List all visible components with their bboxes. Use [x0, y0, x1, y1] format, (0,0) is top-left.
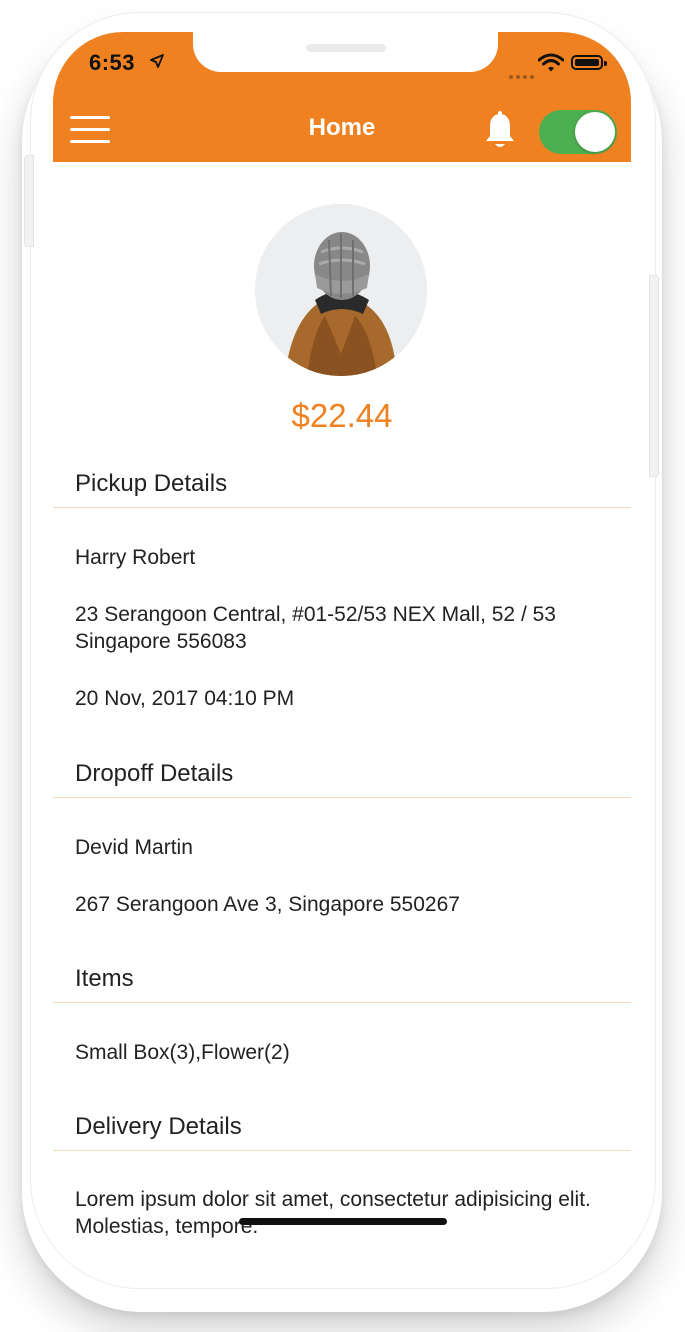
phone-notch — [193, 32, 498, 72]
availability-toggle[interactable] — [539, 110, 617, 154]
app-header: 6:53 Home — [53, 32, 631, 162]
pickup-divider — [53, 507, 631, 508]
items-heading: Items — [75, 965, 134, 992]
delivery-text: Lorem ipsum dolor sit amet, consectetur … — [75, 1188, 591, 1238]
wifi-icon — [538, 53, 564, 72]
items-divider — [53, 1002, 631, 1003]
phone-side-button-left — [24, 155, 34, 247]
pickup-name: Harry Robert — [75, 546, 196, 569]
bell-icon[interactable] — [483, 110, 517, 150]
phone-side-button-right — [649, 275, 659, 477]
battery-icon — [571, 55, 607, 70]
phone-speaker — [306, 44, 386, 52]
status-time: 6:53 — [89, 50, 136, 75]
dropoff-heading: Dropoff Details — [75, 760, 234, 787]
pickup-address: 23 Serangoon Central, #01-52/53 NEX Mall… — [75, 603, 556, 653]
home-indicator[interactable] — [239, 1218, 447, 1225]
order-price: $22.44 — [291, 397, 393, 434]
delivery-heading: Delivery Details — [75, 1113, 242, 1140]
items-list: Small Box(3),Flower(2) — [75, 1041, 290, 1064]
app-screen: 6:53 Home $22.44 Pickup Details Harry Ro… — [53, 32, 631, 1272]
toggle-knob — [575, 112, 615, 152]
dropoff-divider — [53, 797, 631, 798]
dropoff-name: Devid Martin — [75, 836, 193, 859]
pickup-heading: Pickup Details — [75, 470, 228, 497]
avatar — [255, 204, 427, 376]
delivery-divider — [53, 1150, 631, 1151]
location-arrow-icon — [150, 54, 164, 68]
pickup-datetime: 20 Nov, 2017 04:10 PM — [75, 687, 295, 710]
dropoff-address: 267 Serangoon Ave 3, Singapore 550267 — [75, 893, 460, 916]
cellular-signal-icon — [509, 66, 537, 84]
